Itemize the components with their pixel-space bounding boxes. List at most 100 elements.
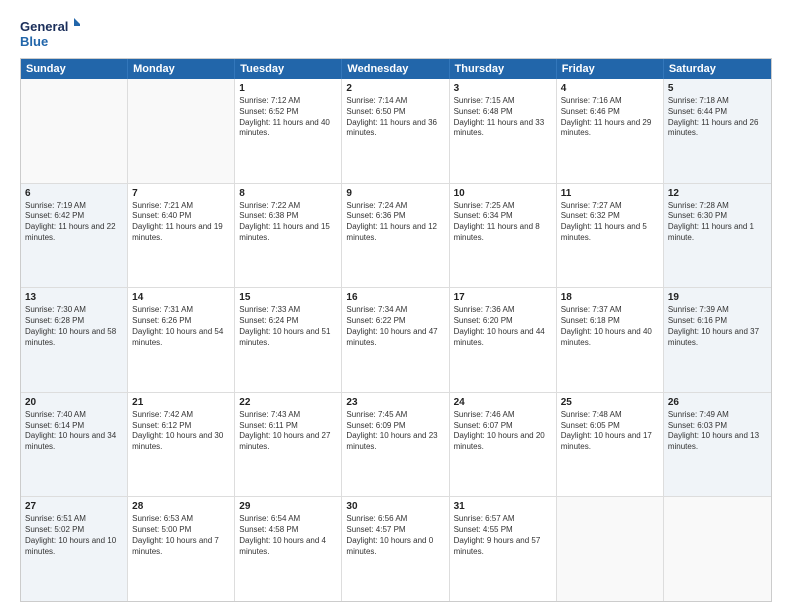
header-day-wednesday: Wednesday [342, 59, 449, 79]
day-number: 11 [561, 187, 659, 200]
day-info: Sunrise: 7:36 AM Sunset: 6:20 PM Dayligh… [454, 305, 552, 348]
day-info: Sunrise: 7:25 AM Sunset: 6:34 PM Dayligh… [454, 201, 552, 244]
cal-cell-6: 6Sunrise: 7:19 AM Sunset: 6:42 PM Daylig… [21, 184, 128, 288]
cal-cell-2: 2Sunrise: 7:14 AM Sunset: 6:50 PM Daylig… [342, 79, 449, 183]
day-info: Sunrise: 7:22 AM Sunset: 6:38 PM Dayligh… [239, 201, 337, 244]
header-day-monday: Monday [128, 59, 235, 79]
day-info: Sunrise: 6:54 AM Sunset: 4:58 PM Dayligh… [239, 514, 337, 557]
cal-cell-19: 19Sunrise: 7:39 AM Sunset: 6:16 PM Dayli… [664, 288, 771, 392]
header-day-friday: Friday [557, 59, 664, 79]
cal-cell-14: 14Sunrise: 7:31 AM Sunset: 6:26 PM Dayli… [128, 288, 235, 392]
header-day-thursday: Thursday [450, 59, 557, 79]
day-info: Sunrise: 7:24 AM Sunset: 6:36 PM Dayligh… [346, 201, 444, 244]
cal-cell-7: 7Sunrise: 7:21 AM Sunset: 6:40 PM Daylig… [128, 184, 235, 288]
cal-cell-empty-0-0 [21, 79, 128, 183]
week-row-0: 1Sunrise: 7:12 AM Sunset: 6:52 PM Daylig… [21, 79, 771, 184]
cal-cell-29: 29Sunrise: 6:54 AM Sunset: 4:58 PM Dayli… [235, 497, 342, 601]
day-number: 31 [454, 500, 552, 513]
day-number: 26 [668, 396, 767, 409]
day-info: Sunrise: 7:46 AM Sunset: 6:07 PM Dayligh… [454, 410, 552, 453]
cal-cell-15: 15Sunrise: 7:33 AM Sunset: 6:24 PM Dayli… [235, 288, 342, 392]
day-info: Sunrise: 7:28 AM Sunset: 6:30 PM Dayligh… [668, 201, 767, 244]
cal-cell-12: 12Sunrise: 7:28 AM Sunset: 6:30 PM Dayli… [664, 184, 771, 288]
day-number: 13 [25, 291, 123, 304]
day-info: Sunrise: 7:33 AM Sunset: 6:24 PM Dayligh… [239, 305, 337, 348]
day-number: 9 [346, 187, 444, 200]
day-number: 17 [454, 291, 552, 304]
day-number: 8 [239, 187, 337, 200]
cal-cell-1: 1Sunrise: 7:12 AM Sunset: 6:52 PM Daylig… [235, 79, 342, 183]
week-row-4: 27Sunrise: 6:51 AM Sunset: 5:02 PM Dayli… [21, 497, 771, 601]
cal-cell-17: 17Sunrise: 7:36 AM Sunset: 6:20 PM Dayli… [450, 288, 557, 392]
cal-cell-4: 4Sunrise: 7:16 AM Sunset: 6:46 PM Daylig… [557, 79, 664, 183]
cal-cell-18: 18Sunrise: 7:37 AM Sunset: 6:18 PM Dayli… [557, 288, 664, 392]
day-number: 16 [346, 291, 444, 304]
cal-cell-empty-4-5 [557, 497, 664, 601]
day-number: 24 [454, 396, 552, 409]
day-number: 22 [239, 396, 337, 409]
calendar-page: General Blue SundayMondayTuesdayWednesda… [0, 0, 792, 612]
cal-cell-26: 26Sunrise: 7:49 AM Sunset: 6:03 PM Dayli… [664, 393, 771, 497]
cal-cell-3: 3Sunrise: 7:15 AM Sunset: 6:48 PM Daylig… [450, 79, 557, 183]
cal-cell-23: 23Sunrise: 7:45 AM Sunset: 6:09 PM Dayli… [342, 393, 449, 497]
day-info: Sunrise: 7:14 AM Sunset: 6:50 PM Dayligh… [346, 96, 444, 139]
day-number: 18 [561, 291, 659, 304]
day-info: Sunrise: 6:51 AM Sunset: 5:02 PM Dayligh… [25, 514, 123, 557]
cal-cell-24: 24Sunrise: 7:46 AM Sunset: 6:07 PM Dayli… [450, 393, 557, 497]
cal-cell-8: 8Sunrise: 7:22 AM Sunset: 6:38 PM Daylig… [235, 184, 342, 288]
day-number: 4 [561, 82, 659, 95]
day-info: Sunrise: 7:40 AM Sunset: 6:14 PM Dayligh… [25, 410, 123, 453]
cal-cell-16: 16Sunrise: 7:34 AM Sunset: 6:22 PM Dayli… [342, 288, 449, 392]
cal-cell-empty-4-6 [664, 497, 771, 601]
day-number: 15 [239, 291, 337, 304]
day-number: 20 [25, 396, 123, 409]
cal-cell-11: 11Sunrise: 7:27 AM Sunset: 6:32 PM Dayli… [557, 184, 664, 288]
day-number: 19 [668, 291, 767, 304]
calendar-header: SundayMondayTuesdayWednesdayThursdayFrid… [21, 59, 771, 79]
day-number: 28 [132, 500, 230, 513]
svg-text:General: General [20, 19, 68, 34]
week-row-3: 20Sunrise: 7:40 AM Sunset: 6:14 PM Dayli… [21, 393, 771, 498]
cal-cell-31: 31Sunrise: 6:57 AM Sunset: 4:55 PM Dayli… [450, 497, 557, 601]
day-info: Sunrise: 7:45 AM Sunset: 6:09 PM Dayligh… [346, 410, 444, 453]
cal-cell-30: 30Sunrise: 6:56 AM Sunset: 4:57 PM Dayli… [342, 497, 449, 601]
day-info: Sunrise: 6:56 AM Sunset: 4:57 PM Dayligh… [346, 514, 444, 557]
day-number: 7 [132, 187, 230, 200]
week-row-2: 13Sunrise: 7:30 AM Sunset: 6:28 PM Dayli… [21, 288, 771, 393]
day-info: Sunrise: 7:48 AM Sunset: 6:05 PM Dayligh… [561, 410, 659, 453]
day-info: Sunrise: 7:34 AM Sunset: 6:22 PM Dayligh… [346, 305, 444, 348]
cal-cell-10: 10Sunrise: 7:25 AM Sunset: 6:34 PM Dayli… [450, 184, 557, 288]
day-number: 21 [132, 396, 230, 409]
day-info: Sunrise: 7:39 AM Sunset: 6:16 PM Dayligh… [668, 305, 767, 348]
cal-cell-20: 20Sunrise: 7:40 AM Sunset: 6:14 PM Dayli… [21, 393, 128, 497]
cal-cell-13: 13Sunrise: 7:30 AM Sunset: 6:28 PM Dayli… [21, 288, 128, 392]
day-number: 2 [346, 82, 444, 95]
cal-cell-empty-0-1 [128, 79, 235, 183]
day-info: Sunrise: 6:57 AM Sunset: 4:55 PM Dayligh… [454, 514, 552, 557]
calendar-body: 1Sunrise: 7:12 AM Sunset: 6:52 PM Daylig… [21, 79, 771, 601]
day-info: Sunrise: 7:43 AM Sunset: 6:11 PM Dayligh… [239, 410, 337, 453]
day-info: Sunrise: 7:18 AM Sunset: 6:44 PM Dayligh… [668, 96, 767, 139]
week-row-1: 6Sunrise: 7:19 AM Sunset: 6:42 PM Daylig… [21, 184, 771, 289]
day-number: 14 [132, 291, 230, 304]
header-day-sunday: Sunday [21, 59, 128, 79]
header-day-tuesday: Tuesday [235, 59, 342, 79]
day-number: 10 [454, 187, 552, 200]
cal-cell-28: 28Sunrise: 6:53 AM Sunset: 5:00 PM Dayli… [128, 497, 235, 601]
day-number: 1 [239, 82, 337, 95]
day-info: Sunrise: 7:37 AM Sunset: 6:18 PM Dayligh… [561, 305, 659, 348]
cal-cell-25: 25Sunrise: 7:48 AM Sunset: 6:05 PM Dayli… [557, 393, 664, 497]
day-info: Sunrise: 7:49 AM Sunset: 6:03 PM Dayligh… [668, 410, 767, 453]
day-info: Sunrise: 7:27 AM Sunset: 6:32 PM Dayligh… [561, 201, 659, 244]
day-number: 6 [25, 187, 123, 200]
day-number: 12 [668, 187, 767, 200]
day-info: Sunrise: 7:16 AM Sunset: 6:46 PM Dayligh… [561, 96, 659, 139]
day-info: Sunrise: 7:15 AM Sunset: 6:48 PM Dayligh… [454, 96, 552, 139]
day-number: 27 [25, 500, 123, 513]
cal-cell-5: 5Sunrise: 7:18 AM Sunset: 6:44 PM Daylig… [664, 79, 771, 183]
page-header: General Blue [20, 16, 772, 52]
day-info: Sunrise: 6:53 AM Sunset: 5:00 PM Dayligh… [132, 514, 230, 557]
day-info: Sunrise: 7:42 AM Sunset: 6:12 PM Dayligh… [132, 410, 230, 453]
day-number: 3 [454, 82, 552, 95]
day-info: Sunrise: 7:21 AM Sunset: 6:40 PM Dayligh… [132, 201, 230, 244]
